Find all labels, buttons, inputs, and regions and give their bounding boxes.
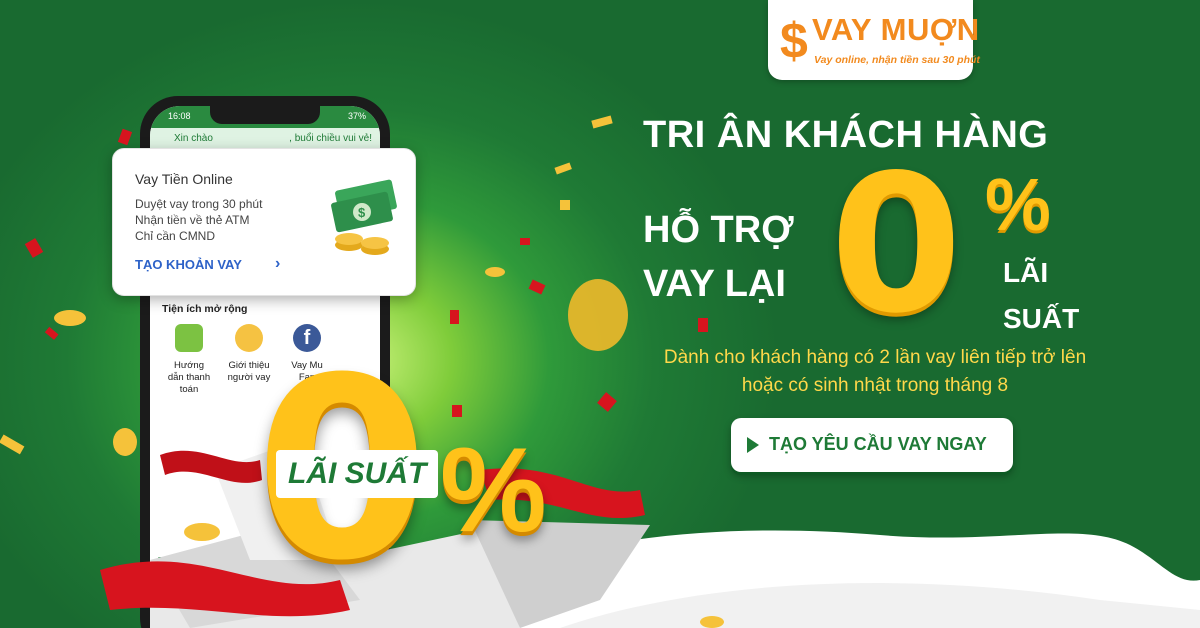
overlay-rate-percent: %: [440, 423, 547, 557]
dollar-icon: $: [780, 14, 808, 64]
logo-title: VAY MUỢN: [812, 12, 980, 47]
brand-logo[interactable]: $ VAY MUỢN Vay online, nhận tiền sau 30 …: [768, 0, 980, 80]
card-line-1: Duyệt vay trong 30 phút: [135, 197, 263, 211]
overlay-rate-label: LÃI SUẤT: [276, 450, 439, 498]
greeting-left: Xin chào: [174, 133, 213, 144]
promo-banner: $ VAY MUỢN Vay online, nhận tiền sau 30 …: [0, 0, 1200, 628]
description-line1: Dành cho khách hàng có 2 lần vay liên ti…: [663, 347, 1087, 368]
create-loan-link[interactable]: TẠO KHOẢN VAY: [135, 257, 242, 272]
description-line2: hoặc có sinh nhật trong tháng 8: [741, 375, 1009, 396]
subhead-line1: HỖ TRỢ: [643, 209, 794, 251]
create-loan-request-button[interactable]: TẠO YÊU CẦU VAY NGAY: [731, 418, 1013, 472]
cta-label: TẠO YÊU CẦU VAY NGAY: [769, 434, 987, 454]
rate-label-line2: SUẤT: [1003, 303, 1080, 334]
promo-description: Dành cho khách hàng có 2 lần vay liên ti…: [620, 344, 1130, 400]
tab-home[interactable]: Trang: [158, 556, 179, 565]
play-icon: [747, 437, 759, 453]
greeting-bar: Xin chào , buổi chiều vui vẻ!: [150, 128, 380, 150]
tile-label: Hướng: [173, 360, 205, 371]
status-time: 16:08: [168, 111, 191, 121]
card-line-2: Nhận tiền về thẻ ATM: [135, 213, 250, 227]
tile-label: toán: [179, 384, 199, 395]
rate-label-line1: LÃI: [1003, 257, 1049, 288]
tile-payment-guide[interactable]: Hướng dẫn thanh toán: [158, 324, 220, 396]
subhead-line2: VAY LẠI: [643, 263, 786, 305]
card-line-3: Chỉ cần CMND: [135, 229, 216, 243]
rate-percent: %: [985, 163, 1051, 246]
rate-label: LÃI SUẤT: [1003, 250, 1079, 342]
online-loan-card[interactable]: Vay Tiền Online Duyệt vay trong 30 phút …: [112, 148, 416, 296]
subhead: HỖ TRỢ VAY LẠI: [643, 203, 794, 311]
svg-text:$: $: [358, 205, 366, 220]
chevron-right-icon: ›: [275, 255, 281, 272]
money-stack-icon: $: [331, 179, 397, 255]
section-title: Tiện ích mở rộng: [162, 303, 248, 315]
guide-icon: [175, 324, 203, 352]
card-title: Vay Tiền Online: [135, 171, 233, 187]
phone-notch: [210, 106, 320, 124]
rate-value: 0: [830, 134, 963, 355]
tile-label: dẫn thanh: [167, 372, 211, 383]
greeting-right: , buổi chiều vui vẻ!: [289, 133, 372, 144]
svg-text:$: $: [780, 14, 808, 64]
logo-tagline: Vay online, nhận tiền sau 30 phút: [814, 54, 980, 66]
battery-level: 37%: [347, 111, 366, 121]
